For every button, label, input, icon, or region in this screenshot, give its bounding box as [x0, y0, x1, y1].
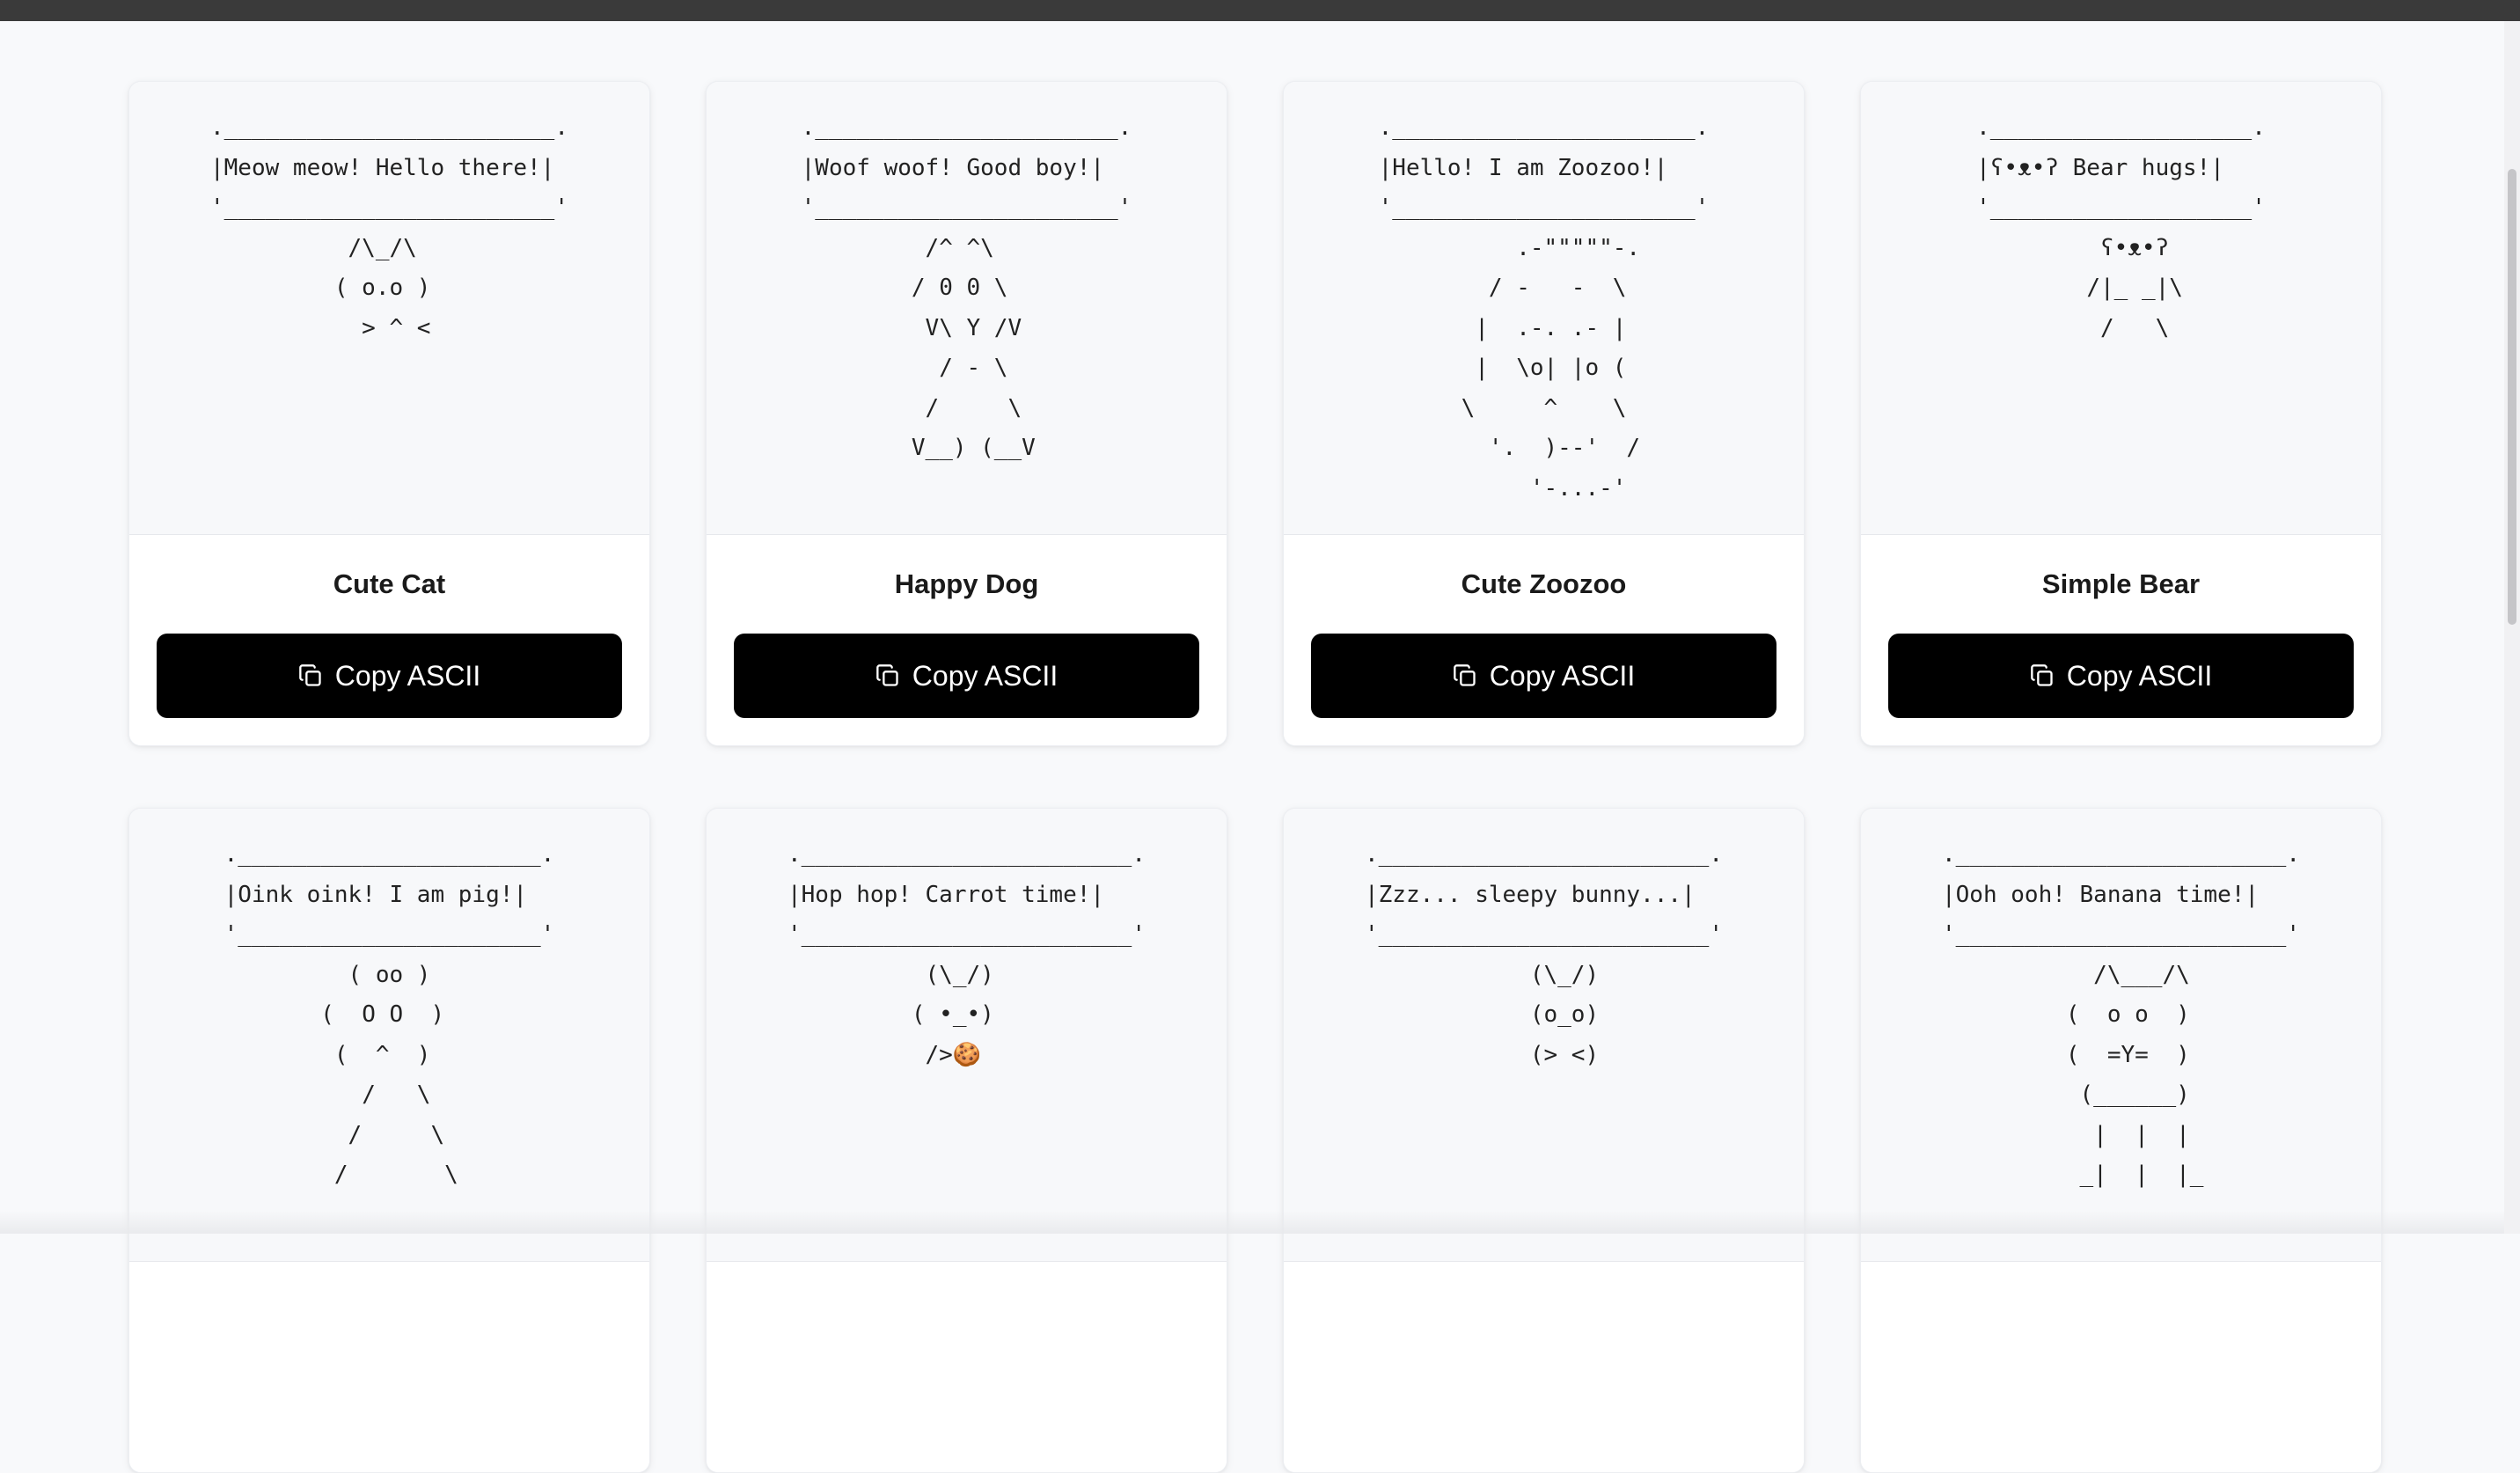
- copy-ascii-button[interactable]: Copy ASCII: [1888, 634, 2354, 718]
- ascii-art-preview: .________________________. |Ooh ooh! Ban…: [1861, 809, 2381, 1261]
- copy-icon: [1453, 664, 1476, 686]
- card-footer: [1284, 1261, 1804, 1472]
- ascii-art-preview: .________________________. |Zzz... sleep…: [1284, 809, 1804, 1261]
- card-title: Simple Bear: [2041, 568, 2201, 599]
- card-footer: Simple Bear Copy ASCII: [1861, 534, 2381, 745]
- bottom-fade: [0, 1211, 2504, 1234]
- copy-ascii-button[interactable]: Copy ASCII: [157, 634, 622, 718]
- ascii-card: .________________________. |Hop hop! Car…: [706, 808, 1227, 1473]
- ascii-art-text: .________________________. |Hop hop! Car…: [788, 841, 1146, 1068]
- copy-button-label: Copy ASCII: [2066, 659, 2213, 692]
- copy-icon: [2030, 664, 2053, 686]
- scrollbar-track[interactable]: [2504, 21, 2520, 1234]
- ascii-card: .________________________. |Ooh ooh! Ban…: [1860, 808, 2382, 1473]
- ascii-card: .___________________. |ʕ•ᴥ•ʔ Bear hugs!|…: [1860, 81, 2382, 746]
- ascii-art-preview: .___________________. |ʕ•ᴥ•ʔ Bear hugs!|…: [1861, 82, 2381, 534]
- ascii-art-preview: .______________________. |Woof woof! Goo…: [707, 82, 1227, 534]
- ascii-art-text: .___________________. |ʕ•ᴥ•ʔ Bear hugs!|…: [1976, 114, 2266, 341]
- ascii-art-text: .________________________. |Zzz... sleep…: [1365, 841, 1723, 1068]
- ascii-card: .______________________. |Oink oink! I a…: [128, 808, 650, 1473]
- card-title: Cute Cat: [333, 568, 446, 599]
- card-footer: Cute Zoozoo Copy ASCII: [1284, 534, 1804, 745]
- card-footer: Happy Dog Copy ASCII: [707, 534, 1227, 745]
- card-footer: [707, 1261, 1227, 1472]
- card-footer: [1861, 1261, 2381, 1472]
- copy-button-label: Copy ASCII: [912, 659, 1059, 692]
- ascii-card: .______________________. |Woof woof! Goo…: [706, 81, 1227, 746]
- copy-button-label: Copy ASCII: [334, 659, 481, 692]
- ascii-card-grid: .________________________. |Meow meow! H…: [128, 81, 2382, 1473]
- copy-icon: [298, 664, 321, 686]
- ascii-art-preview: .________________________. |Hop hop! Car…: [707, 809, 1227, 1261]
- card-title: Happy Dog: [894, 568, 1039, 599]
- ascii-card: .______________________. |Hello! I am Zo…: [1283, 81, 1805, 746]
- ascii-card: .________________________. |Zzz... sleep…: [1283, 808, 1805, 1473]
- card-title: Cute Zoozoo: [1461, 568, 1627, 599]
- card-footer: [129, 1261, 649, 1472]
- ascii-art-text: .________________________. |Ooh ooh! Ban…: [1942, 841, 2300, 1188]
- top-bar: [0, 0, 2520, 21]
- copy-ascii-button[interactable]: Copy ASCII: [734, 634, 1199, 718]
- ascii-art-preview: .______________________. |Hello! I am Zo…: [1284, 82, 1804, 534]
- ascii-art-preview: .________________________. |Meow meow! H…: [129, 82, 649, 534]
- ascii-art-preview: .______________________. |Oink oink! I a…: [129, 809, 649, 1261]
- copy-button-label: Copy ASCII: [1489, 659, 1636, 692]
- copy-icon: [875, 664, 898, 686]
- ascii-art-text: .________________________. |Meow meow! H…: [210, 114, 568, 341]
- ascii-card: .________________________. |Meow meow! H…: [128, 81, 650, 746]
- ascii-art-text: .______________________. |Hello! I am Zo…: [1378, 114, 1710, 502]
- scrollbar-thumb[interactable]: [2508, 169, 2516, 625]
- card-footer: Cute Cat Copy ASCII: [129, 534, 649, 745]
- copy-ascii-button[interactable]: Copy ASCII: [1311, 634, 1776, 718]
- ascii-art-text: .______________________. |Oink oink! I a…: [223, 841, 555, 1188]
- ascii-art-text: .______________________. |Woof woof! Goo…: [801, 114, 1132, 461]
